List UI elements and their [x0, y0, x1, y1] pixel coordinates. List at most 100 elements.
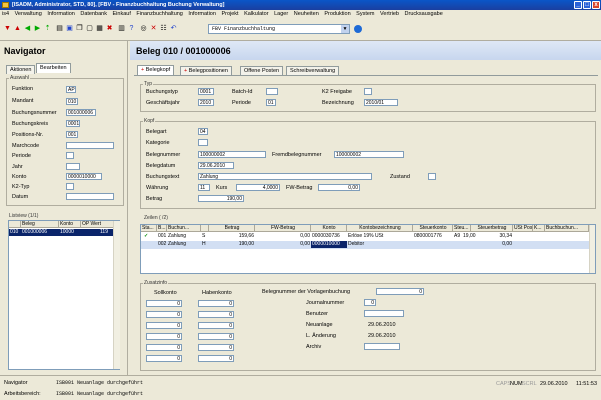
buchungsnummer-field[interactable]: 001000006 [66, 109, 96, 116]
copy-icon[interactable]: ❐ [76, 25, 83, 33]
col-header-k[interactable]: K... [533, 225, 545, 232]
soll-field-6[interactable]: 0 [146, 355, 182, 362]
soll-field-2[interactable]: 0 [146, 311, 182, 318]
soll-field-1[interactable]: 0 [146, 300, 182, 307]
go-icon[interactable] [354, 25, 362, 33]
col-header-buchung[interactable]: Buchun... [167, 225, 201, 232]
col-header-betrag[interactable]: Betrag [209, 225, 255, 232]
col-header-steu[interactable]: Steu... [453, 225, 471, 232]
list-header-opwert[interactable]: OP Wert [81, 221, 115, 228]
col-header-status[interactable]: Sta... [141, 225, 157, 232]
new-icon[interactable]: ▢ [86, 25, 93, 33]
jahr-field[interactable] [66, 163, 80, 170]
chevron-down-icon[interactable]: ▼ [341, 25, 349, 33]
menu-lager[interactable]: Lager [272, 11, 290, 17]
haben-field-1[interactable]: 0 [198, 300, 234, 307]
kurs-field[interactable]: 4,0000 [236, 184, 280, 191]
journalnummer-field[interactable]: 0 [364, 299, 376, 306]
konto-field[interactable]: 0000010000 [66, 173, 102, 180]
module-select[interactable]: FBV Finanzbuchhaltung ▼ [208, 24, 350, 34]
help-icon[interactable]: ? [128, 25, 135, 33]
soll-field-4[interactable]: 0 [146, 333, 182, 340]
document-icon[interactable]: ▤ [56, 25, 63, 33]
menu-datenbank[interactable]: Datenbank [78, 11, 109, 17]
arrow-down-icon[interactable]: ▼ [4, 25, 11, 33]
tab-offene-posten[interactable]: Offene Posten [240, 66, 284, 75]
geschaeftsjahr-field[interactable]: 2010 [198, 99, 214, 106]
haben-field-3[interactable]: 0 [198, 322, 234, 329]
menu-drucksausgabe[interactable]: Drucksausgabe [403, 11, 445, 17]
funktion-field[interactable]: AP [66, 86, 76, 93]
benutzer-field[interactable] [364, 310, 404, 317]
kategorie-field[interactable] [198, 139, 208, 146]
menu-projekt[interactable]: Projekt [219, 11, 240, 17]
col-header-sh[interactable] [201, 225, 209, 232]
arrow-right-icon[interactable]: ▶ [34, 25, 41, 33]
menu-einkauf[interactable]: Einkauf [111, 11, 133, 17]
listview-scrollbar[interactable] [113, 221, 120, 369]
tab-belegpositionen[interactable]: + Belegpositionen [180, 66, 232, 75]
mandant-field[interactable]: 010 [66, 98, 78, 105]
positionsnr-field[interactable]: 001 [66, 131, 78, 138]
haben-field-2[interactable]: 0 [198, 311, 234, 318]
k2-freigabe-field[interactable] [364, 88, 372, 95]
menu-kalkulator[interactable]: Kalkulator [242, 11, 270, 17]
col-header-buchbuchung[interactable]: Buchbuchun... [545, 225, 589, 232]
haben-field-6[interactable]: 0 [198, 355, 234, 362]
menu-information-2[interactable]: Information [186, 11, 218, 17]
col-header-b[interactable]: B... [157, 225, 167, 232]
col-header-fw-betrag[interactable]: FW-Betrag [255, 225, 311, 232]
buchungskreis-field[interactable]: 0001 [66, 120, 80, 127]
menu-neuheiten[interactable]: Neuheiten [292, 11, 321, 17]
tab-schreibverwaltung[interactable]: Schreibverwaltung [286, 66, 340, 75]
zustand-field[interactable] [428, 173, 436, 180]
minimize-button[interactable]: _ [574, 1, 582, 9]
row2-konto[interactable]: 0000010000 [311, 241, 347, 248]
tree-icon[interactable]: ☷ [160, 25, 167, 33]
list-header-konto[interactable]: Konto [59, 221, 81, 228]
menu-verwaltung[interactable]: Verwaltung [13, 11, 44, 17]
close-button[interactable]: x [592, 1, 600, 9]
delete-icon[interactable]: ✖ [106, 25, 113, 33]
undo-icon[interactable]: ↶ [170, 25, 177, 33]
search-icon[interactable]: ◎ [140, 25, 147, 33]
menu-system[interactable]: System [354, 11, 376, 17]
table-row[interactable]: 002 Zahlung H 190,00 0,00 0000010000 Deb… [141, 241, 589, 249]
tab-bearbeiten[interactable]: Bearbeiten [36, 63, 71, 73]
table-row[interactable]: ✓ 001 Zahlung S 159,66 0,00 0000030736 E… [141, 233, 589, 241]
list-header-beleg[interactable]: Beleg [21, 221, 59, 228]
arrow-left-icon[interactable]: ◀ [24, 25, 31, 33]
menu-vertrieb[interactable]: Vertrieb [378, 11, 401, 17]
save-icon[interactable]: ▣ [66, 25, 73, 33]
col-header-ust-pos[interactable]: USt Pos [513, 225, 533, 232]
waehrung-field[interactable]: 11 [198, 184, 210, 191]
menu-produktion[interactable]: Produktion [322, 11, 352, 17]
clear-icon[interactable]: ✕ [150, 25, 157, 33]
soll-field-5[interactable]: 0 [146, 344, 182, 351]
belegdatum-field[interactable]: 29.06.2010 [198, 162, 234, 169]
tab-aktionen[interactable]: Aktionen [6, 65, 36, 74]
periode-field[interactable] [66, 152, 74, 159]
first-icon[interactable]: ⇡ [44, 25, 51, 33]
menu-information[interactable]: Information [45, 11, 77, 17]
buchungstyp-field[interactable]: 0001 [198, 88, 214, 95]
list-header-0[interactable] [9, 221, 21, 228]
col-header-steuerbetrag[interactable]: Steuerbetrag [471, 225, 513, 232]
batch-id-field[interactable] [266, 88, 278, 95]
col-header-konto[interactable]: Konto [311, 225, 347, 232]
listview-table[interactable]: Beleg Konto OP Wert 010 001000006 10000 … [8, 220, 120, 370]
vorlagenbuchung-field[interactable]: 0 [376, 288, 424, 295]
arrow-up-icon[interactable]: ▲ [14, 25, 21, 33]
betrag-field[interactable]: 190,00 [198, 195, 244, 202]
fw-betrag-field[interactable]: 0,00 [318, 184, 360, 191]
haben-field-5[interactable]: 0 [198, 344, 234, 351]
tab-belegkopf[interactable]: + Belegkopf [137, 65, 175, 75]
maximize-button[interactable]: □ [583, 1, 591, 9]
fremdbelegnummer-field[interactable]: 100000002 [334, 151, 404, 158]
zeilen-table[interactable]: Sta... B... Buchun... Betrag FW-Betrag K… [140, 224, 596, 274]
k2-typ-field[interactable] [66, 183, 74, 190]
attach-icon[interactable]: ▦ [96, 25, 103, 33]
marchcode-field[interactable] [66, 142, 114, 149]
datum-field[interactable] [66, 193, 114, 200]
list-item[interactable]: 010 001000006 10000 119 [9, 229, 113, 236]
